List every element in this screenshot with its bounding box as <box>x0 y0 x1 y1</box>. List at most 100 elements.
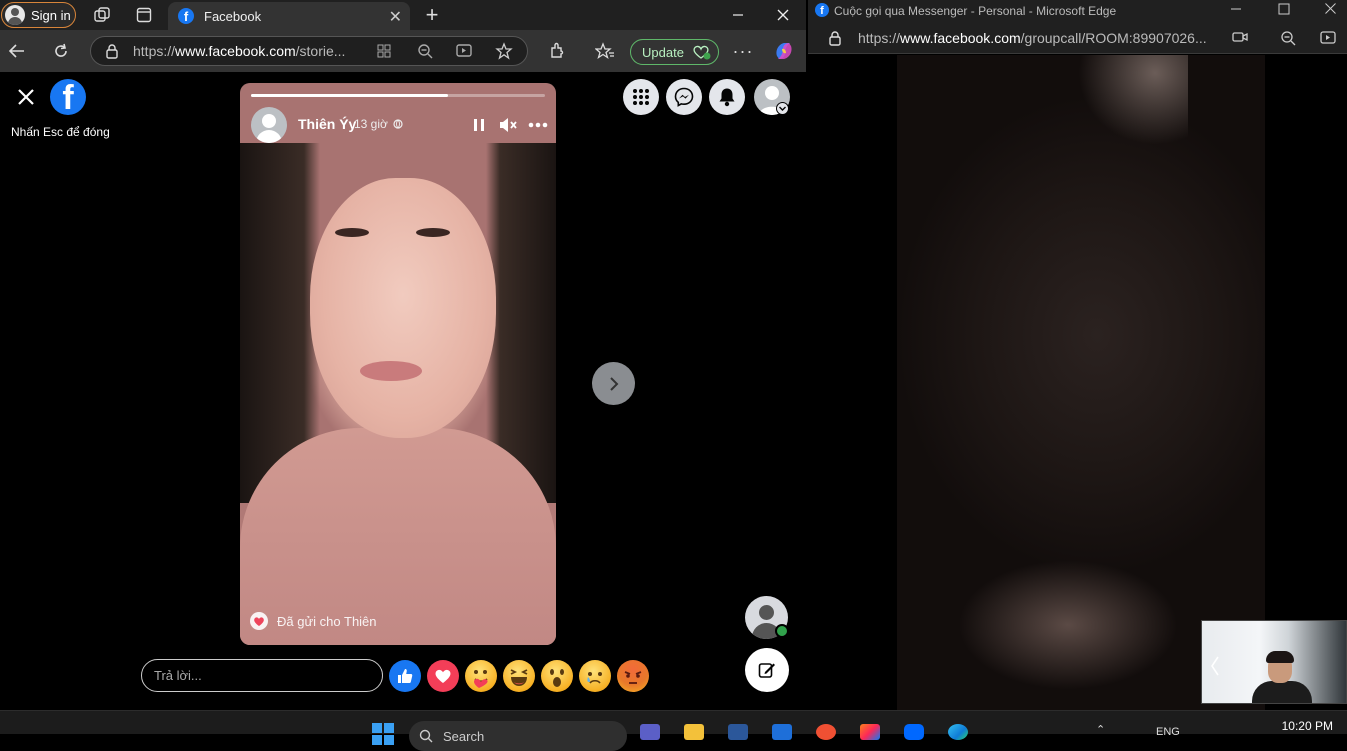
tab-facebook[interactable]: f Facebook ✕ <box>168 2 410 30</box>
webstorm-icon[interactable] <box>772 724 792 740</box>
app-available-icon[interactable] <box>377 44 391 58</box>
angry-reaction-button[interactable] <box>617 660 649 692</box>
update-heart-icon <box>693 45 711 60</box>
edge-icon[interactable] <box>948 724 968 740</box>
git-icon[interactable] <box>816 724 836 740</box>
copilot-icon[interactable] <box>773 40 795 62</box>
sad-reaction-button[interactable] <box>579 660 611 692</box>
story-author-name[interactable]: Thiên Ýy <box>298 116 356 132</box>
extensions-icon[interactable] <box>546 40 568 62</box>
care-reaction-button[interactable] <box>465 660 497 692</box>
tray-overflow-icon[interactable]: ⌃ <box>1096 723 1105 736</box>
intellij-icon[interactable] <box>860 724 880 740</box>
menu-grid-icon[interactable] <box>623 79 659 115</box>
close-window-icon[interactable] <box>1324 2 1337 15</box>
esc-hint: Nhấn Esc để đóng <box>11 125 110 139</box>
next-story-button[interactable] <box>592 362 635 405</box>
window-title-bar[interactable]: f Cuộc gọi qua Messenger - Personal - Mi… <box>808 0 1347 22</box>
new-tab-icon[interactable]: + <box>421 2 443 27</box>
refresh-icon[interactable] <box>50 40 72 62</box>
close-tab-icon[interactable]: ✕ <box>389 7 402 27</box>
file-explorer-icon[interactable] <box>684 724 704 740</box>
teams-icon[interactable] <box>640 724 660 740</box>
url-domain: www.facebook.com <box>900 29 1021 46</box>
zoom-icon[interactable] <box>417 43 433 59</box>
windows-start-icon[interactable] <box>372 723 394 745</box>
tab-title: Facebook <box>204 8 262 24</box>
update-button[interactable]: Update <box>630 39 719 65</box>
tab-actions-icon[interactable] <box>133 4 155 26</box>
favorite-star-icon[interactable] <box>495 42 513 60</box>
love-reaction-button[interactable] <box>427 660 459 692</box>
heart-sent-icon <box>250 612 268 630</box>
self-video-preview[interactable] <box>1201 620 1347 704</box>
sad-icon <box>587 672 602 684</box>
store-icon[interactable] <box>728 724 748 740</box>
taskbar-clock[interactable]: 10:20 PM <box>1282 719 1333 733</box>
haha-reaction-button[interactable] <box>503 660 535 692</box>
taskbar: Search ⌃ ENG 10:20 PM <box>0 710 1347 751</box>
compose-edit-icon <box>758 663 775 678</box>
url-prefix: https:// <box>858 29 901 46</box>
chevron-left-icon[interactable] <box>1210 655 1220 677</box>
zalo-icon[interactable] <box>904 724 924 740</box>
wow-reaction-button[interactable] <box>541 660 573 692</box>
window-title: Cuộc gọi qua Messenger - Personal - Micr… <box>834 4 1117 18</box>
minimize-icon[interactable] <box>1230 3 1242 15</box>
notifications-bell-icon[interactable] <box>709 79 745 115</box>
remote-video-detail <box>958 560 1178 690</box>
story-progress-bar <box>251 94 545 97</box>
facebook-logo-icon[interactable]: f <box>50 79 86 115</box>
self-video-detail <box>1266 651 1294 663</box>
search-icon <box>419 729 433 743</box>
sent-to-label: Đã gửi cho Thiên <box>277 613 377 629</box>
immersive-reader-icon[interactable] <box>456 43 472 59</box>
profile-signin-button[interactable]: Sign in <box>1 2 76 28</box>
favorites-icon[interactable] <box>594 40 616 62</box>
facebook-favicon-icon: f <box>178 8 194 24</box>
chevron-right-icon <box>609 376 618 391</box>
story-reply-input[interactable]: Trả lời... <box>141 659 383 692</box>
more-menu-icon[interactable]: ··· <box>732 40 754 62</box>
url-path: /groupcall/ROOM:89907026... <box>1020 29 1207 46</box>
story-more-icon[interactable] <box>528 122 548 128</box>
maximize-icon[interactable] <box>1278 3 1290 15</box>
update-label: Update <box>642 44 684 60</box>
immersive-reader-icon[interactable] <box>1320 30 1336 46</box>
messenger-icon[interactable] <box>666 79 702 115</box>
sent-reaction-row: Đã gửi cho Thiên <box>250 612 377 630</box>
close-story-viewer-icon[interactable] <box>14 85 38 109</box>
care-icon <box>474 670 488 688</box>
lock-icon <box>828 30 842 46</box>
story-media-detail <box>416 228 450 237</box>
workspaces-icon[interactable] <box>91 4 113 26</box>
create-story-button[interactable] <box>745 648 789 692</box>
close-window-icon[interactable] <box>760 0 806 30</box>
url-domain: www.facebook.com <box>175 43 296 59</box>
maximize-icon[interactable] <box>715 0 761 30</box>
story-author-avatar[interactable] <box>251 107 287 143</box>
taskbar-search[interactable]: Search <box>409 721 627 751</box>
profile-avatar-icon <box>5 5 25 25</box>
story-card[interactable]: Thiên Ýy 13 giờ Đã gửi cho Thiên <box>240 83 556 645</box>
zoom-icon[interactable] <box>1280 30 1296 46</box>
language-indicator[interactable]: ENG <box>1156 726 1180 738</box>
url-prefix: https:// <box>133 43 176 59</box>
pause-icon[interactable] <box>472 117 486 133</box>
story-time-ago: 13 giờ <box>354 117 403 131</box>
account-chevron-icon[interactable] <box>776 102 789 115</box>
edge-window-facebook: Sign in f Facebook ✕ + https:// www.face… <box>0 0 806 710</box>
story-progress-fill <box>251 94 448 97</box>
muted-speaker-icon[interactable] <box>498 116 518 134</box>
online-status-badge <box>775 624 789 638</box>
remote-video-detail <box>1078 55 1188 145</box>
like-reaction-button[interactable] <box>389 660 421 692</box>
camera-in-use-icon[interactable] <box>1232 31 1248 43</box>
facebook-favicon-icon: f <box>815 3 829 17</box>
call-url-field[interactable]: https://www.facebook.com/groupcall/ROOM:… <box>808 22 1347 54</box>
url-field[interactable]: https://www.facebook.com/storie... <box>90 36 528 66</box>
back-icon[interactable] <box>6 40 28 62</box>
angry-icon <box>624 671 642 684</box>
wow-icon <box>550 669 564 687</box>
globe-privacy-icon <box>393 119 403 129</box>
